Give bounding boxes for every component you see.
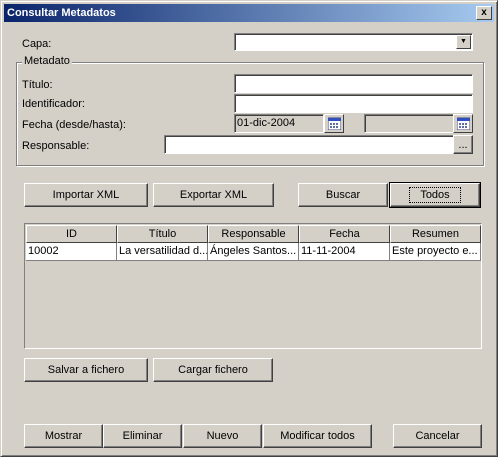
results-table[interactable]: ID Título Responsable Fecha Resumen 1000…: [24, 223, 482, 349]
buscar-button[interactable]: Buscar: [298, 183, 388, 207]
nuevo-button[interactable]: Nuevo: [183, 424, 262, 448]
metadato-group-title: Metadato: [22, 55, 72, 67]
fecha-hasta-calendar-button[interactable]: [453, 114, 473, 133]
close-button[interactable]: x: [476, 6, 492, 20]
identificador-label: Identificador:: [22, 98, 85, 110]
modificar-todos-button[interactable]: Modificar todos: [263, 424, 372, 448]
titulo-field[interactable]: [234, 74, 473, 93]
column-header-id[interactable]: ID: [26, 225, 117, 243]
table-row-cell-fecha[interactable]: 11-11-2004: [299, 243, 390, 261]
eliminar-button[interactable]: Eliminar: [103, 424, 182, 448]
column-header-responsable[interactable]: Responsable: [208, 225, 299, 243]
cancelar-button[interactable]: Cancelar: [393, 424, 482, 448]
mostrar-button[interactable]: Mostrar: [24, 424, 103, 448]
responsable-field[interactable]: [164, 135, 454, 154]
table-row-cell-responsable[interactable]: Ángeles Santos...: [208, 243, 299, 261]
column-header-resumen[interactable]: Resumen: [390, 225, 481, 243]
identificador-field[interactable]: [234, 94, 473, 113]
table-row-cell-resumen[interactable]: Este proyecto e...: [390, 243, 481, 261]
fecha-desde-value: 01-dic-2004: [237, 117, 296, 129]
column-header-titulo[interactable]: Título: [117, 225, 208, 243]
capa-label: Capa:: [22, 38, 52, 50]
calendar-icon: [457, 117, 470, 130]
fecha-desde-calendar-button[interactable]: [324, 114, 344, 133]
consultar-metadatos-dialog: Consultar Metadatos x Capa: ▼ Metadato T…: [0, 0, 498, 457]
fecha-hasta-field[interactable]: [364, 114, 454, 133]
salvar-fichero-button[interactable]: Salvar a fichero: [24, 358, 148, 382]
cargar-fichero-button[interactable]: Cargar fichero: [153, 358, 273, 382]
responsable-browse-button[interactable]: ...: [453, 135, 473, 154]
window-title: Consultar Metadatos: [7, 7, 116, 19]
chevron-down-icon[interactable]: ▼: [456, 35, 471, 49]
column-header-fecha[interactable]: Fecha: [299, 225, 390, 243]
exportar-xml-button[interactable]: Exportar XML: [153, 183, 274, 207]
calendar-icon: [328, 117, 341, 130]
fecha-desde-field[interactable]: 01-dic-2004: [234, 114, 324, 133]
importar-xml-button[interactable]: Importar XML: [24, 183, 148, 207]
capa-select[interactable]: ▼: [234, 33, 473, 51]
fecha-label: Fecha (desde/hasta):: [22, 119, 126, 131]
table-row-cell-titulo[interactable]: La versatilidad d...: [117, 243, 208, 261]
todos-button[interactable]: Todos: [389, 182, 481, 208]
responsable-label: Responsable:: [22, 140, 90, 152]
titulo-label: Título:: [22, 79, 53, 91]
close-icon: x: [481, 7, 487, 18]
todos-button-label: Todos: [409, 187, 461, 203]
title-bar: Consultar Metadatos x: [4, 4, 494, 22]
table-row-cell-id[interactable]: 10002: [26, 243, 117, 261]
